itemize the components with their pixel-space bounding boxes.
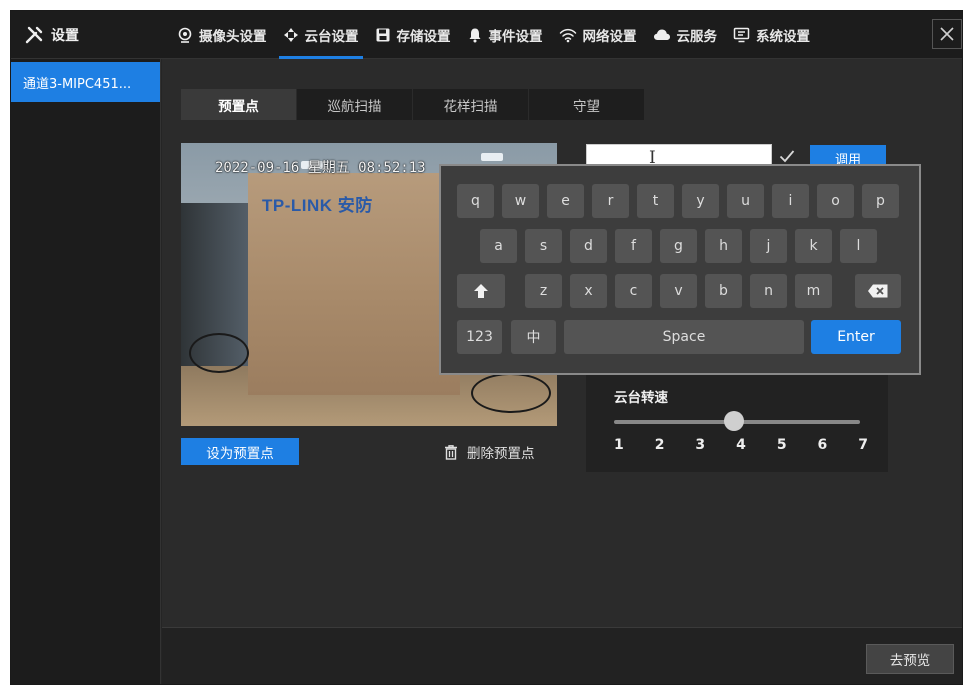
language-key[interactable]: 中 bbox=[511, 320, 556, 354]
video-cable bbox=[189, 333, 249, 373]
speed-tick: 7 bbox=[858, 437, 868, 453]
nav-event-settings[interactable]: 事件设置 bbox=[459, 11, 551, 59]
delete-preset-button[interactable]: 删除预置点 bbox=[443, 440, 535, 464]
key-g[interactable]: g bbox=[660, 229, 697, 263]
box-logo: TP-LINK 安防 bbox=[262, 196, 373, 215]
speed-tick: 1 bbox=[614, 437, 624, 453]
space-key[interactable]: Space bbox=[564, 320, 804, 354]
go-preview-button[interactable]: 去预览 bbox=[866, 644, 954, 674]
video-cable bbox=[471, 373, 551, 413]
tab-watch[interactable]: 守望 bbox=[529, 89, 645, 120]
cloud-icon bbox=[653, 29, 670, 40]
key-q[interactable]: q bbox=[457, 184, 494, 218]
nav-cloud-service[interactable]: 云服务 bbox=[645, 11, 726, 59]
settings-title: 设置 bbox=[25, 11, 79, 59]
enter-key[interactable]: Enter bbox=[811, 320, 901, 354]
nav-system-settings[interactable]: 系统设置 bbox=[725, 11, 818, 59]
bottom-bar: 去预览 bbox=[162, 627, 962, 684]
key-l[interactable]: l bbox=[840, 229, 877, 263]
channel-sidebar: 通道3-MIPC451... bbox=[11, 59, 161, 684]
save-icon bbox=[376, 28, 389, 42]
backspace-icon bbox=[868, 284, 888, 298]
tools-icon bbox=[25, 26, 43, 44]
nav-cloud-service-label: 云服务 bbox=[676, 29, 718, 45]
close-icon bbox=[940, 27, 954, 41]
shift-key[interactable] bbox=[457, 274, 505, 308]
nav-ptz-settings-label: 云台设置 bbox=[304, 29, 359, 45]
key-s[interactable]: s bbox=[525, 229, 562, 263]
key-p[interactable]: p bbox=[862, 184, 899, 218]
ptz-speed-slider-knob[interactable] bbox=[724, 411, 744, 431]
ptz-speed-label: 云台转速 bbox=[614, 390, 668, 406]
monitor-icon bbox=[733, 27, 750, 43]
ceiling-light bbox=[481, 153, 503, 161]
numbers-key[interactable]: 123 bbox=[457, 320, 502, 354]
key-x[interactable]: x bbox=[570, 274, 607, 308]
key-f[interactable]: f bbox=[615, 229, 652, 263]
tab-pattern-scan[interactable]: 花样扫描 bbox=[413, 89, 529, 120]
key-t[interactable]: t bbox=[637, 184, 674, 218]
speed-tick: 6 bbox=[817, 437, 828, 453]
ptz-speed-ticks: 1 2 3 4 5 6 7 bbox=[614, 437, 868, 453]
set-preset-button[interactable]: 设为预置点 bbox=[181, 438, 299, 465]
nav-network-settings-label: 网络设置 bbox=[582, 29, 637, 45]
key-b[interactable]: b bbox=[705, 274, 742, 308]
key-h[interactable]: h bbox=[705, 229, 742, 263]
close-button[interactable] bbox=[932, 19, 962, 49]
channel-item[interactable]: 通道3-MIPC451... bbox=[11, 62, 160, 102]
nav-camera-settings[interactable]: 摄像头设置 bbox=[169, 11, 275, 59]
key-m[interactable]: m bbox=[795, 274, 832, 308]
tab-cruise-scan[interactable]: 巡航扫描 bbox=[297, 89, 413, 120]
key-a[interactable]: a bbox=[480, 229, 517, 263]
key-n[interactable]: n bbox=[750, 274, 787, 308]
tab-preset[interactable]: 预置点 bbox=[181, 89, 297, 120]
virtual-keyboard: q w e r t y u i o p a s d f g h j k l z … bbox=[439, 164, 921, 375]
speed-tick: 5 bbox=[776, 437, 787, 453]
trash-icon bbox=[445, 445, 457, 460]
video-timestamp-osd: 2022-09-16 星期五 08:52:13 bbox=[215, 160, 426, 176]
nav-network-settings[interactable]: 网络设置 bbox=[551, 11, 645, 59]
key-y[interactable]: y bbox=[682, 184, 719, 218]
ptz-speed-panel: 云台转速 1 2 3 4 5 6 7 bbox=[586, 364, 888, 472]
shift-arrow-icon bbox=[474, 284, 488, 298]
top-bar: 设置 摄像头设置 云台设置 存储设置 事件设置 网络设置 云服务 系统设置 bbox=[11, 11, 962, 59]
nav-system-settings-label: 系统设置 bbox=[756, 29, 810, 45]
key-z[interactable]: z bbox=[525, 274, 562, 308]
speed-tick: 2 bbox=[654, 437, 665, 453]
key-u[interactable]: u bbox=[727, 184, 764, 218]
nav-camera-settings-label: 摄像头设置 bbox=[199, 29, 267, 45]
top-nav: 摄像头设置 云台设置 存储设置 事件设置 网络设置 云服务 系统设置 bbox=[169, 11, 818, 59]
nav-storage-settings[interactable]: 存储设置 bbox=[367, 11, 459, 59]
settings-title-label: 设置 bbox=[51, 28, 79, 44]
speed-tick: 3 bbox=[695, 437, 706, 453]
nav-storage-settings-label: 存储设置 bbox=[396, 29, 451, 45]
nav-ptz-settings[interactable]: 云台设置 bbox=[275, 11, 367, 59]
delete-preset-label: 删除预置点 bbox=[467, 446, 535, 462]
wifi-icon bbox=[559, 28, 576, 43]
key-d[interactable]: d bbox=[570, 229, 607, 263]
key-i[interactable]: i bbox=[772, 184, 809, 218]
key-v[interactable]: v bbox=[660, 274, 697, 308]
key-e[interactable]: e bbox=[547, 184, 584, 218]
confirm-check-icon[interactable] bbox=[778, 147, 796, 165]
ptz-subtabs: 预置点 巡航扫描 花样扫描 守望 bbox=[181, 89, 645, 120]
settings-window: 设置 摄像头设置 云台设置 存储设置 事件设置 网络设置 云服务 系统设置 通道… bbox=[10, 10, 963, 685]
key-r[interactable]: r bbox=[592, 184, 629, 218]
camera-icon bbox=[178, 27, 192, 43]
backspace-key[interactable] bbox=[855, 274, 901, 308]
key-j[interactable]: j bbox=[750, 229, 787, 263]
bell-icon bbox=[469, 28, 480, 43]
ptz-icon bbox=[283, 28, 298, 42]
key-k[interactable]: k bbox=[795, 229, 832, 263]
key-w[interactable]: w bbox=[502, 184, 539, 218]
nav-event-settings-label: 事件设置 bbox=[488, 29, 543, 45]
key-c[interactable]: c bbox=[615, 274, 652, 308]
key-o[interactable]: o bbox=[817, 184, 854, 218]
speed-tick: 4 bbox=[736, 437, 746, 453]
